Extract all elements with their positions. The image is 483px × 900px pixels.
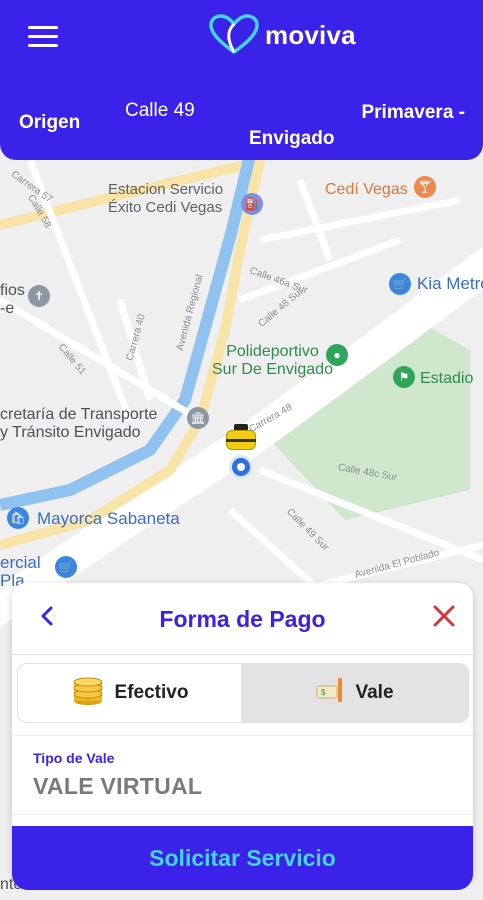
map-place-secretaria[interactable]: cretaría de Transporte y Tránsito Enviga… xyxy=(0,406,157,442)
map-place-estadio[interactable]: Estadio xyxy=(420,370,473,388)
brand-name: moviva xyxy=(265,19,356,50)
park-pin-icon[interactable]: ● xyxy=(326,344,348,366)
tab-vale[interactable]: $ Vale xyxy=(241,664,468,722)
map-place-station[interactable]: Estacion Servicio Éxito Cedi Vegas xyxy=(108,181,223,217)
stadium-pin-icon[interactable]: ⚑ xyxy=(393,366,415,388)
bar-pin-icon[interactable]: 🍸 xyxy=(414,176,436,198)
shop-pin-icon[interactable]: 🛒 xyxy=(389,273,411,295)
origin-area: Primavera - Envigado xyxy=(249,100,469,152)
origin-address-bar[interactable]: Origen Calle 49 Primavera - Envigado xyxy=(0,90,483,160)
map-place-mayorca[interactable]: Mayorca Sabaneta xyxy=(37,510,180,528)
map-place-kia[interactable]: Kia Metro xyxy=(417,275,483,293)
payment-card-header: Forma de Pago xyxy=(12,583,473,655)
church-pin-icon[interactable]: ✝ xyxy=(28,285,50,307)
mall-pin-icon[interactable]: 🛒 xyxy=(55,556,77,578)
svg-text:$: $ xyxy=(321,688,326,697)
voucher-type-label: Tipo de Vale xyxy=(33,750,115,766)
voucher-type-value: VALE VIRTUAL xyxy=(33,773,203,799)
current-location-icon xyxy=(229,455,253,479)
moviva-heart-logo-icon xyxy=(209,14,259,55)
origin-area-line1: Primavera - xyxy=(361,102,465,123)
map-place-polideportivo[interactable]: Polideportivo Sur De Envigado xyxy=(212,343,333,379)
origin-area-line2: Envigado xyxy=(249,128,335,149)
close-x-icon xyxy=(433,605,455,627)
tab-vale-label: Vale xyxy=(355,682,394,703)
request-service-button[interactable]: Solicitar Servicio xyxy=(12,826,473,890)
voucher-ticket-icon: $ xyxy=(315,676,345,710)
tab-efectivo-label: Efectivo xyxy=(114,682,189,703)
origin-street: Calle 49 xyxy=(125,100,195,121)
tab-efectivo[interactable]: Efectivo xyxy=(18,664,242,722)
store-pin-icon[interactable]: 🛍 xyxy=(7,507,29,529)
gas-station-pin-icon[interactable]: ⛽ xyxy=(241,193,263,215)
voucher-type-field[interactable]: Tipo de Vale VALE VIRTUAL xyxy=(12,735,473,815)
map-place-cedi-vegas[interactable]: Cedí Vegas xyxy=(325,181,408,199)
close-button[interactable] xyxy=(431,603,457,629)
origin-label: Origen xyxy=(19,112,81,133)
hamburger-menu-icon[interactable] xyxy=(28,26,58,50)
map-place-fios: fios -e xyxy=(0,282,25,317)
top-app-bar: moviva xyxy=(0,0,483,90)
app-logo: moviva xyxy=(207,14,356,56)
government-pin-icon[interactable]: 🏛 xyxy=(187,407,209,429)
payment-title: Forma de Pago xyxy=(159,606,326,632)
coins-icon xyxy=(71,674,105,712)
payment-type-tabs: Efectivo $ Vale xyxy=(17,663,469,723)
taxi-marker-icon[interactable] xyxy=(222,424,260,454)
